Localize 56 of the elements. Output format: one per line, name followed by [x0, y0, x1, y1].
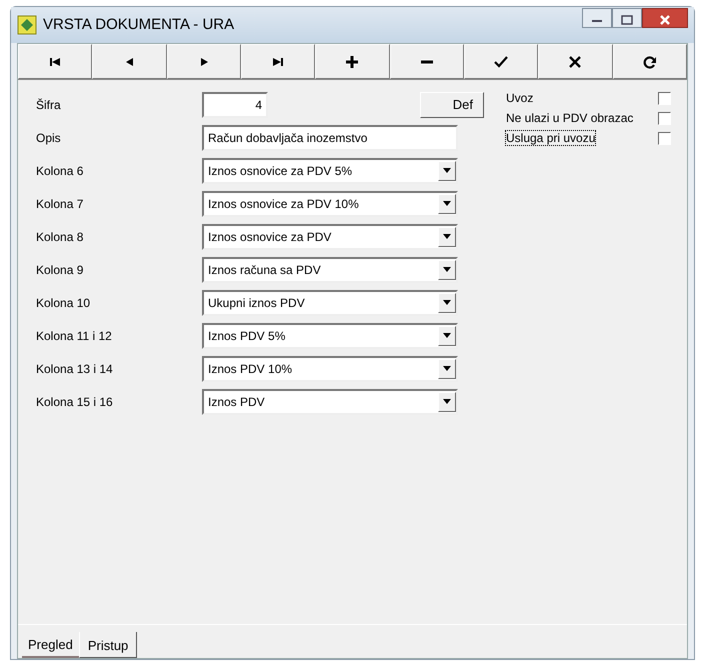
- checkbox[interactable]: [658, 112, 671, 124]
- maximize-button[interactable]: [612, 8, 642, 28]
- field-label: Kolona 11 i 12: [36, 328, 113, 344]
- dropdown[interactable]: Iznos PDV 5%: [202, 322, 458, 348]
- dropdown[interactable]: Ukupni iznos PDV: [202, 290, 458, 316]
- dropdown[interactable]: Iznos PDV: [202, 388, 458, 414]
- maximize-icon: [621, 14, 633, 25]
- number-field[interactable]: 4: [202, 92, 268, 118]
- window-title: VRSTA DOKUMENTA - URA: [43, 14, 236, 35]
- dropdown-arrow-icon: [443, 267, 451, 272]
- field-label: Kolona 15 i 16: [36, 394, 114, 410]
- remove-button[interactable]: [390, 44, 464, 79]
- dropdown[interactable]: Iznos PDV 10%: [202, 356, 458, 382]
- dropdown-arrow-icon: [443, 333, 451, 338]
- refresh-icon: [642, 54, 657, 68]
- field-label: Kolona 6: [36, 162, 84, 180]
- dropdown-arrow-icon: [443, 168, 451, 173]
- checkbox[interactable]: [658, 92, 671, 104]
- first-button[interactable]: [18, 44, 92, 79]
- cancel-button[interactable]: [538, 44, 613, 79]
- close-icon: [659, 14, 671, 26]
- field-label: Kolona 13 i 14: [36, 360, 114, 378]
- field-label: Kolona 9: [36, 262, 84, 278]
- close-button[interactable]: [642, 8, 688, 28]
- field-label: Kolona 10: [36, 294, 92, 312]
- add-icon: [345, 54, 360, 68]
- dropdown-arrow-icon: [443, 201, 451, 206]
- dropdown-arrow-icon: [443, 234, 451, 239]
- next-button[interactable]: [166, 44, 241, 79]
- refresh-button[interactable]: [612, 44, 687, 79]
- tab[interactable]: Pristup: [78, 632, 138, 658]
- cancel-icon: [568, 54, 582, 68]
- minimize-button[interactable]: [582, 8, 612, 28]
- text-field[interactable]: Račun dobavljača inozemstvo: [202, 124, 458, 150]
- last-button[interactable]: [241, 44, 316, 79]
- check-button[interactable]: [464, 44, 538, 79]
- dropdown-arrow-icon: [443, 399, 451, 404]
- checkbox[interactable]: [658, 132, 671, 144]
- dropdown[interactable]: Iznos računa sa PDV: [202, 256, 458, 282]
- field-label: Kolona 7: [36, 196, 84, 212]
- field-label: Šifra: [36, 96, 62, 114]
- field-label: Kolona 8: [36, 228, 84, 246]
- field-label: Opis: [36, 130, 62, 146]
- dropdown[interactable]: Iznos osnovice za PDV 5%: [202, 158, 458, 184]
- check-icon: [494, 54, 508, 68]
- add-button[interactable]: [315, 44, 390, 79]
- checkbox-label: Uvoz: [506, 90, 534, 107]
- dropdown[interactable]: Iznos osnovice za PDV: [202, 224, 458, 250]
- def-button[interactable]: Def: [420, 92, 484, 118]
- dropdown[interactable]: Iznos osnovice za PDV 10%: [202, 190, 458, 216]
- checkbox-label: Ne ulazi u PDV obrazac: [506, 110, 634, 127]
- dropdown-arrow-icon: [443, 366, 451, 371]
- checkbox-label: Usluga pri uvozu: [506, 130, 596, 147]
- previous-button[interactable]: [92, 44, 167, 79]
- app-icon: [17, 15, 37, 35]
- dropdown-arrow-icon: [443, 300, 451, 305]
